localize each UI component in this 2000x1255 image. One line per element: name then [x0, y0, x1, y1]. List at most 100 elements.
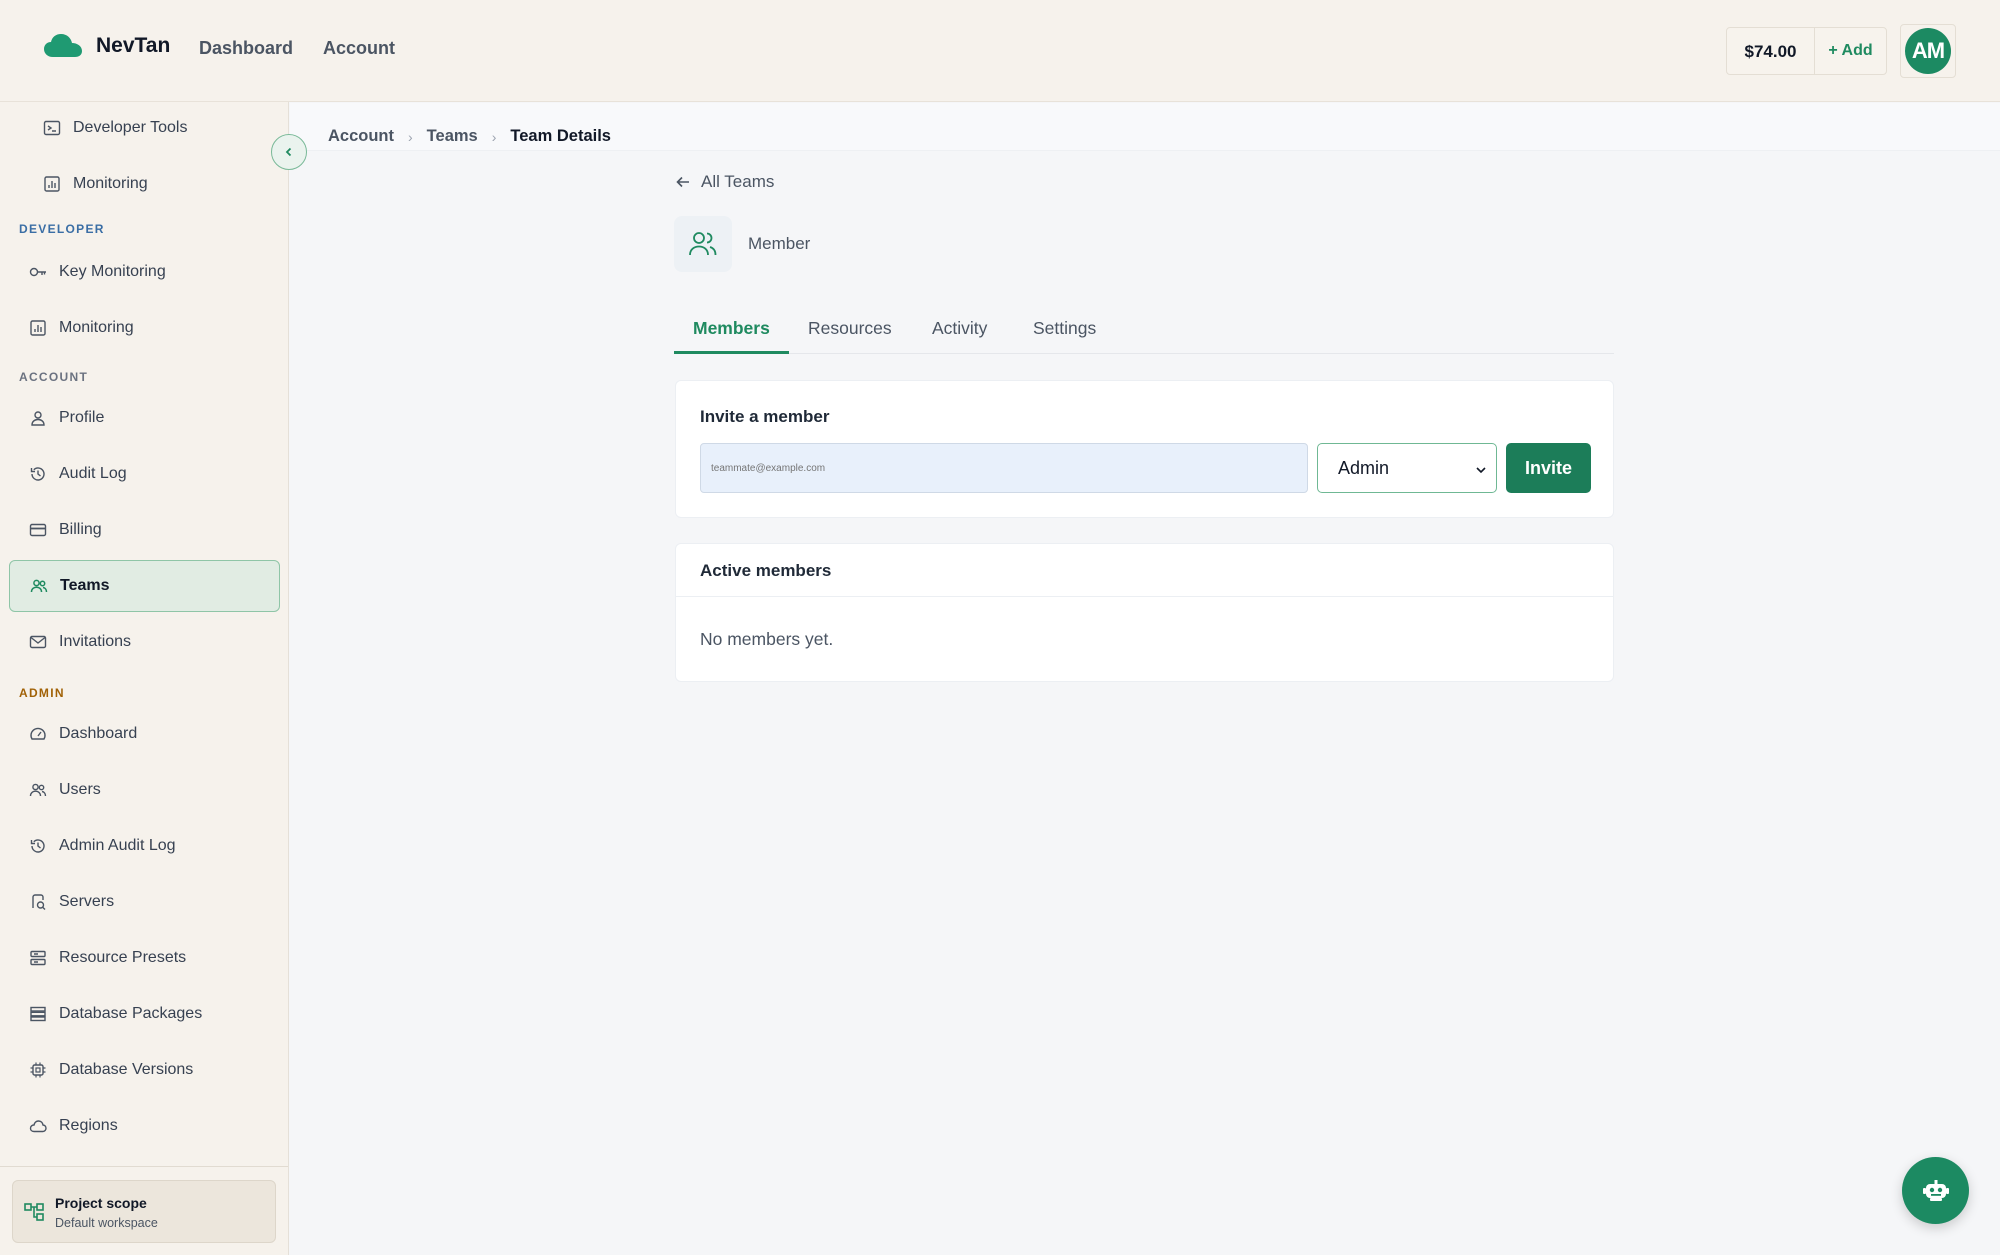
sidebar-item-monitoring-top[interactable]: Monitoring: [9, 158, 280, 210]
sidebar-item-audit-log[interactable]: Audit Log: [9, 448, 280, 500]
sidebar-item-label: Admin Audit Log: [59, 837, 176, 854]
chart-icon: [44, 176, 60, 192]
top-header: NevTan Dashboard Account $74.00 + Add AM: [0, 0, 2000, 102]
users-icon: [30, 579, 48, 593]
sidebar-item-database-versions[interactable]: Database Versions: [9, 1044, 280, 1096]
sidebar-item-label: Regions: [59, 1117, 118, 1134]
server-search-icon: [32, 894, 46, 910]
preset-icon: [30, 950, 46, 966]
sidebar-item-label: Audit Log: [59, 465, 127, 482]
breadcrumb-teams[interactable]: Teams: [427, 127, 478, 146]
section-admin: ADMIN: [19, 686, 65, 700]
sidebar-item-label: Key Monitoring: [59, 263, 166, 280]
tab-resources[interactable]: Resources: [808, 318, 892, 339]
robot-icon: [1922, 1179, 1949, 1201]
breadcrumb-current: Team Details: [510, 127, 611, 145]
back-to-teams-link[interactable]: All Teams: [675, 172, 774, 192]
users-icon: [689, 232, 717, 256]
tab-settings[interactable]: Settings: [1033, 318, 1096, 339]
add-funds-button[interactable]: + Add: [1815, 42, 1886, 60]
breadcrumb-account[interactable]: Account: [328, 127, 394, 146]
user-icon: [31, 411, 45, 426]
sidebar-item-teams[interactable]: Teams: [9, 560, 280, 612]
sidebar-item-label: Teams: [60, 577, 110, 594]
sidebar-item-developer-tools[interactable]: Developer Tools: [9, 102, 280, 154]
active-members-title: Active members: [700, 561, 832, 580]
tab-activity[interactable]: Activity: [932, 318, 987, 339]
team-avatar: [674, 216, 732, 272]
cloud-logo-icon: [44, 34, 82, 57]
sidebar-item-label: Billing: [59, 521, 102, 538]
credit-card-icon: [29, 523, 47, 537]
key-icon: [29, 267, 46, 277]
history-icon: [30, 467, 45, 481]
invite-email-input[interactable]: [700, 443, 1308, 493]
sidebar-item-admin-dashboard[interactable]: Dashboard: [9, 708, 280, 760]
sidebar-item-label: Database Packages: [59, 1005, 203, 1022]
sidebar-item-regions[interactable]: Regions: [9, 1100, 280, 1152]
sidebar-item-profile[interactable]: Profile: [9, 392, 280, 444]
sidebar-divider: [0, 1166, 288, 1167]
team-tabs: Members Resources Activity Settings: [674, 306, 1614, 354]
sidebar-item-database-packages[interactable]: Database Packages: [9, 988, 280, 1040]
gauge-icon: [30, 727, 46, 740]
invite-button[interactable]: Invite: [1506, 443, 1591, 493]
sidebar-item-key-monitoring[interactable]: Key Monitoring: [9, 246, 280, 298]
collapse-sidebar-button[interactable]: [271, 134, 307, 170]
sidebar-item-servers[interactable]: Servers: [9, 876, 280, 928]
avatar: AM: [1905, 28, 1951, 74]
assistant-bot-button[interactable]: [1902, 1157, 1969, 1224]
active-tab-indicator: [674, 351, 789, 354]
sidebar-item-label: Profile: [59, 409, 105, 426]
sidebar-item-invitations[interactable]: Invitations: [9, 616, 280, 668]
sidebar-item-billing[interactable]: Billing: [9, 504, 280, 556]
hierarchy-icon: [24, 1203, 44, 1221]
scope-subtitle: Default workspace: [55, 1216, 158, 1230]
nav-account-link[interactable]: Account: [323, 38, 395, 59]
sidebar-item-resource-presets[interactable]: Resource Presets: [9, 932, 280, 984]
role-select[interactable]: Admin: [1317, 443, 1497, 493]
user-menu-button[interactable]: AM: [1900, 24, 1956, 78]
terminal-icon: [43, 120, 61, 136]
sidebar-item-label: Servers: [59, 893, 115, 910]
sidebar-item-label: Monitoring: [73, 175, 148, 192]
history-icon: [30, 839, 45, 853]
chart-icon: [30, 320, 46, 336]
scope-title: Project scope: [55, 1195, 147, 1211]
chevron-right-icon: ›: [408, 128, 413, 145]
back-label: All Teams: [701, 172, 775, 191]
sidebar-item-label: Dashboard: [59, 725, 138, 742]
sidebar-item-label: Resource Presets: [59, 949, 187, 966]
nav-dashboard-link[interactable]: Dashboard: [199, 38, 293, 59]
empty-state-text: No members yet.: [700, 629, 834, 649]
sidebar-item-label: Users: [59, 781, 101, 798]
sidebar: Developer Tools Monitoring DEVELOPER Key…: [0, 102, 289, 1255]
section-account: ACCOUNT: [19, 370, 89, 384]
breadcrumb: Account › Teams › Team Details: [328, 127, 611, 146]
sidebar-item-admin-audit-log[interactable]: Admin Audit Log: [9, 820, 280, 872]
sidebar-item-label: Developer Tools: [73, 119, 188, 136]
top-nav: Dashboard Account: [199, 38, 395, 59]
balance-amount: $74.00: [1727, 28, 1815, 74]
chevron-right-icon: ›: [491, 128, 497, 145]
invite-member-card: Invite a member Admin Invite: [675, 380, 1614, 518]
sidebar-item-users[interactable]: Users: [9, 764, 280, 816]
project-scope-card[interactable]: Project scope Default workspace: [12, 1180, 276, 1243]
cloud-icon: [29, 1120, 47, 1133]
sidebar-item-label: Monitoring: [59, 319, 134, 336]
brand-logo[interactable]: NevTan: [44, 34, 170, 58]
invite-title: Invite a member: [700, 407, 830, 426]
chip-icon: [30, 1062, 46, 1078]
role-select-value: Admin: [1338, 457, 1390, 478]
tab-members[interactable]: Members: [693, 318, 770, 339]
brand-name: NevTan: [96, 34, 171, 57]
team-role: Member: [748, 234, 811, 253]
sidebar-item-label: Database Versions: [59, 1061, 194, 1078]
users-icon: [29, 783, 47, 797]
chevron-left-icon: [285, 147, 292, 157]
balance-widget: $74.00 + Add: [1726, 27, 1887, 75]
active-members-card: Active members No members yet.: [675, 543, 1614, 682]
card-divider: [676, 596, 1613, 597]
sidebar-item-monitoring[interactable]: Monitoring: [9, 302, 280, 354]
database-list-icon: [30, 1006, 46, 1022]
